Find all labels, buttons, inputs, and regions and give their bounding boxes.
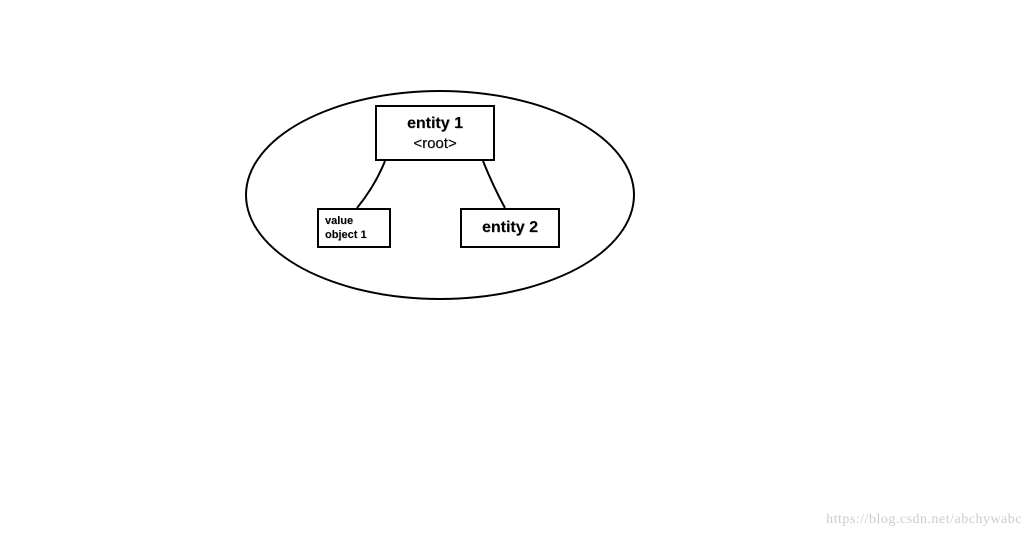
entity-root-box: entity 1 <root> (375, 105, 495, 161)
entity2-box: entity 2 (460, 208, 560, 248)
value-object-box: value object 1 (317, 208, 391, 248)
entity-root-title: entity 1 (407, 115, 463, 133)
value-object-line1: value (325, 214, 353, 228)
value-object-line2: object 1 (325, 228, 367, 242)
watermark-text: https://blog.csdn.net/abchywabc (826, 512, 1022, 528)
entity2-title: entity 2 (482, 219, 538, 237)
entity-root-subtitle: <root> (413, 135, 456, 152)
aggregate-diagram: entity 1 <root> value object 1 entity 2 (245, 90, 635, 300)
